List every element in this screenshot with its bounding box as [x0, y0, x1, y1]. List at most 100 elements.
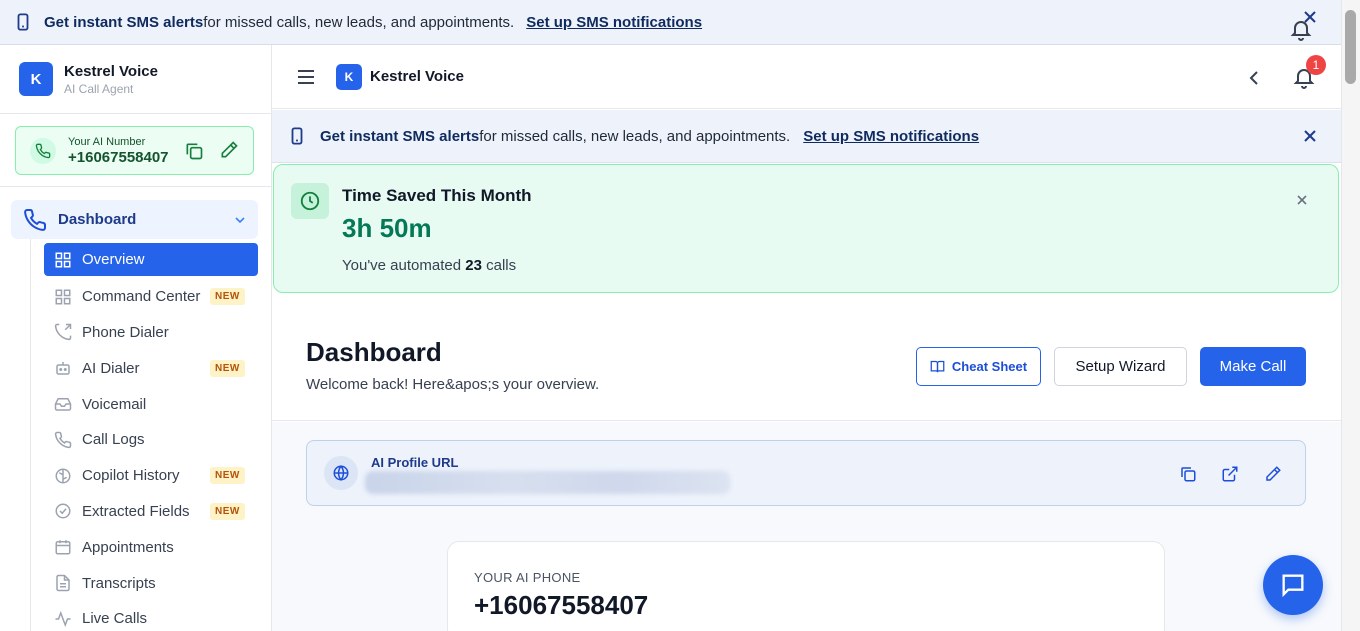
- sidebar: K Kestrel Voice AI Call Agent Your AI Nu…: [0, 45, 272, 631]
- brand-name: Kestrel Voice: [370, 68, 464, 85]
- clock-icon: [291, 183, 329, 219]
- ai-phone-card: YOUR AI PHONE +16067558407: [447, 541, 1165, 631]
- hamburger-menu-icon[interactable]: [296, 67, 316, 87]
- sidebar-item-label: Transcripts: [82, 574, 156, 592]
- setup-sms-link-top[interactable]: Set up SMS notifications: [526, 14, 702, 31]
- page-title: Dashboard: [306, 337, 442, 367]
- book-icon: [930, 360, 945, 373]
- new-badge: NEW: [210, 467, 245, 485]
- scrollbar[interactable]: [1341, 0, 1360, 631]
- brain-icon: [55, 468, 71, 484]
- edit-icon[interactable]: [1264, 465, 1282, 483]
- sidebar-item-label: AI Dialer: [82, 359, 140, 377]
- ai-phone-label: YOUR AI PHONE: [474, 570, 581, 585]
- sidebar-nav: Overview Command Center NEW Phone Dialer…: [44, 243, 258, 631]
- make-call-button[interactable]: Make Call: [1200, 347, 1306, 386]
- setup-wizard-button[interactable]: Setup Wizard: [1054, 347, 1187, 386]
- chevron-left-icon[interactable]: [1247, 69, 1261, 87]
- main-content: AI Profile URL YOUR AI PHONE +1606755840…: [272, 422, 1341, 631]
- grid-icon: [55, 252, 71, 267]
- banner-bold-text: Get instant SMS alerts: [44, 13, 204, 31]
- chevron-down-icon: [235, 217, 245, 224]
- sidebar-brand[interactable]: K Kestrel Voice AI Call Agent: [0, 45, 271, 114]
- automated-count: 23: [465, 257, 482, 274]
- inbox-icon: [54, 398, 72, 411]
- chat-button[interactable]: [1263, 555, 1323, 615]
- activity-icon: [55, 610, 71, 627]
- sidebar-item-call-logs[interactable]: Call Logs: [44, 422, 258, 458]
- sidebar-item-label: Voicemail: [82, 395, 147, 413]
- document-icon: [56, 574, 70, 592]
- sidebar-item-appointments[interactable]: Appointments: [44, 529, 258, 565]
- copy-icon[interactable]: [1179, 465, 1197, 483]
- calendar-icon: [55, 540, 71, 555]
- phone-icon: [24, 208, 47, 231]
- cheat-sheet-button[interactable]: Cheat Sheet: [916, 347, 1041, 386]
- brand-name: Kestrel Voice: [64, 62, 158, 80]
- ai-number-label: Your AI Number: [68, 135, 146, 148]
- sidebar-item-voicemail[interactable]: Voicemail: [44, 386, 258, 422]
- sidebar-dashboard[interactable]: Dashboard: [11, 200, 258, 239]
- sidebar-item-label: Command Center: [82, 288, 201, 306]
- phone-outgoing-icon: [54, 324, 72, 341]
- phone-icon: [54, 431, 72, 449]
- close-icon[interactable]: [1303, 129, 1317, 143]
- sidebar-item-label: Call Logs: [82, 431, 145, 449]
- ai-number-card: Your AI Number +16067558407: [15, 126, 254, 175]
- sidebar-item-ai-dialer[interactable]: AI Dialer NEW: [44, 350, 258, 386]
- brand-logo: K: [19, 62, 53, 96]
- check-circle-icon: [55, 503, 71, 519]
- sidebar-item-copilot-history[interactable]: Copilot History NEW: [44, 458, 258, 494]
- ai-number-value: +16067558407: [68, 148, 169, 166]
- robot-icon: [56, 362, 70, 376]
- banner-bold-text: Get instant SMS alerts: [320, 127, 480, 145]
- sidebar-item-extracted-fields[interactable]: Extracted Fields NEW: [44, 494, 258, 530]
- chat-icon: [1282, 574, 1304, 598]
- brand-subtitle: AI Call Agent: [64, 81, 134, 96]
- sidebar-item-live-calls[interactable]: Live Calls: [44, 601, 258, 631]
- time-saved-value: 3h 50m: [342, 213, 432, 243]
- edit-icon[interactable]: [219, 140, 239, 160]
- dashboard-header: Dashboard Welcome back! Here&apos;s your…: [272, 293, 1341, 421]
- ai-phone-number: +16067558407: [474, 590, 649, 620]
- sms-alert-banner: Get instant SMS alerts for missed calls,…: [272, 110, 1341, 163]
- sidebar-item-label: Overview: [82, 251, 145, 268]
- sidebar-item-overview[interactable]: Overview: [44, 243, 258, 276]
- main-header: K Kestrel Voice 1: [272, 45, 1341, 109]
- sidebar-item-label: Copilot History: [82, 467, 180, 485]
- new-badge: NEW: [210, 359, 245, 377]
- new-badge: NEW: [210, 502, 245, 520]
- banner-text: for missed calls, new leads, and appoint…: [203, 13, 515, 31]
- grid-icon: [55, 289, 71, 305]
- sidebar-item-label: Extracted Fields: [82, 502, 190, 520]
- sidebar-item-command-center[interactable]: Command Center NEW: [44, 279, 258, 315]
- banner-text: for missed calls, new leads, and appoint…: [479, 127, 791, 145]
- sidebar-item-label: Live Calls: [82, 610, 148, 628]
- ai-profile-url-value: [365, 471, 730, 494]
- time-saved-caption: You've automated 23 calls: [342, 257, 517, 274]
- sidebar-item-phone-dialer[interactable]: Phone Dialer: [44, 315, 258, 351]
- sidebar-item-label: Phone Dialer: [82, 323, 169, 341]
- ai-profile-url-card: AI Profile URL: [306, 440, 1306, 506]
- mobile-phone-icon: [17, 13, 29, 31]
- close-icon[interactable]: [1296, 194, 1308, 206]
- page-subtitle: Welcome back! Here&apos;s your overview.: [306, 376, 600, 393]
- sidebar-item-label: Appointments: [82, 538, 174, 556]
- bell-icon[interactable]: [1289, 16, 1313, 42]
- scrollbar-thumb[interactable]: [1345, 10, 1356, 84]
- sms-alert-banner-top: Get instant SMS alerts for missed calls,…: [0, 0, 1341, 45]
- setup-sms-link[interactable]: Set up SMS notifications: [803, 128, 979, 145]
- ai-profile-url-label: AI Profile URL: [371, 455, 459, 470]
- copy-icon[interactable]: [184, 141, 204, 161]
- brand-logo: K: [336, 63, 362, 90]
- external-link-icon[interactable]: [1221, 465, 1239, 483]
- new-badge: NEW: [210, 288, 245, 306]
- notification-count-badge: 1: [1306, 55, 1326, 75]
- dashboard-label: Dashboard: [58, 211, 137, 228]
- time-saved-title: Time Saved This Month: [342, 186, 532, 205]
- globe-icon: [324, 456, 358, 490]
- mobile-phone-icon: [291, 127, 303, 145]
- phone-icon: [30, 137, 56, 164]
- sidebar-item-transcripts[interactable]: Transcripts: [44, 565, 258, 601]
- time-saved-card: Time Saved This Month 3h 50m You've auto…: [273, 164, 1339, 293]
